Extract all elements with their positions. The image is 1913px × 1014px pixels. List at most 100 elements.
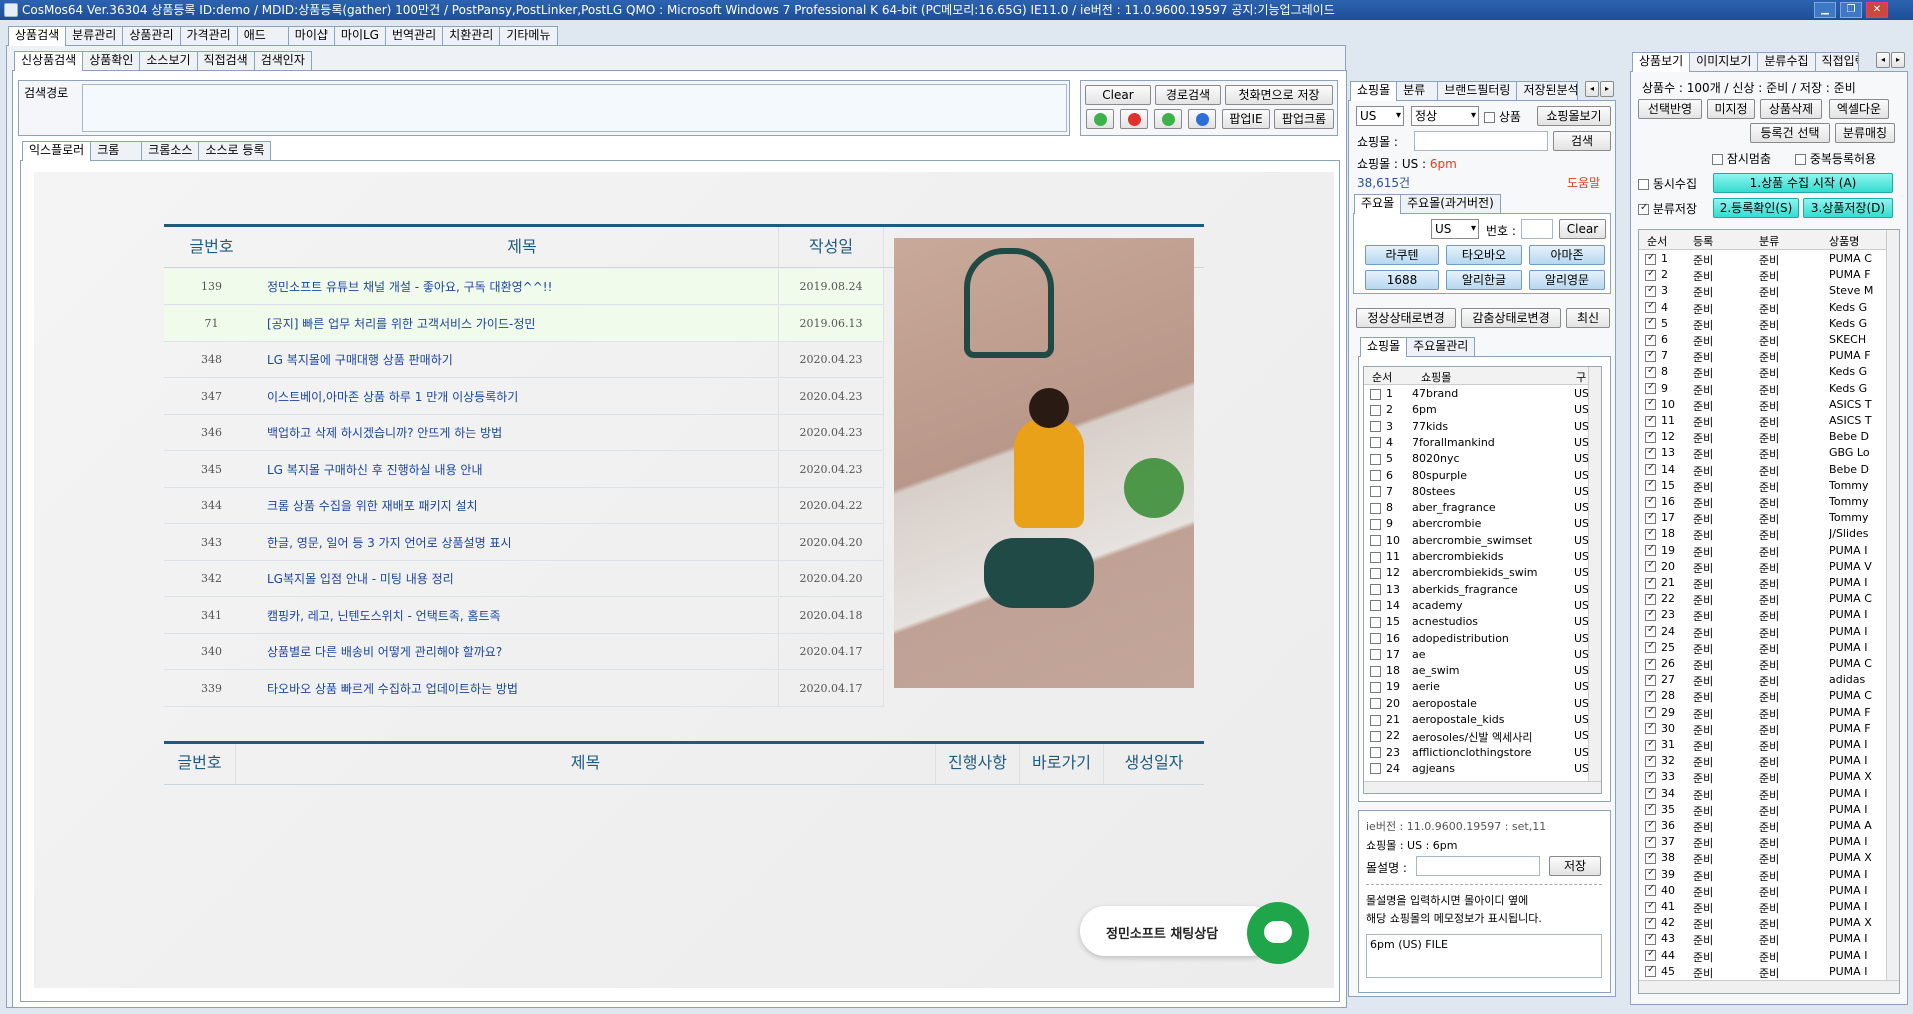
product-list-item[interactable]: 23준비준비PUMA I	[1639, 607, 1886, 623]
product-list-item[interactable]: 10준비준비ASICS T	[1639, 397, 1886, 413]
board-row[interactable]: 71 [공지] 빠른 업무 처리를 위한 고객서비스 가이드-정민 2019.06.…	[164, 305, 884, 342]
memo-textarea[interactable]: 6pm (US) FILE	[1366, 934, 1602, 978]
product-delete-button[interactable]: 상품삭제	[1760, 99, 1822, 119]
no-image-button[interactable]: 미지정	[1707, 99, 1755, 119]
product-list-item[interactable]: 3준비준비Steve M	[1639, 283, 1886, 299]
product-row-checkbox[interactable]	[1645, 738, 1656, 751]
tab-price[interactable]: 가격관리	[179, 26, 238, 45]
tab-view-source[interactable]: 소스보기	[139, 51, 198, 70]
product-row-checkbox[interactable]	[1645, 397, 1656, 411]
product-list-item[interactable]: 35준비준비PUMA I	[1639, 802, 1886, 818]
board-row-title[interactable]: LG 복지몰에 구매대행 상품 판매하기	[267, 342, 777, 378]
product-list-item[interactable]: 41준비준비PUMA I	[1639, 899, 1886, 915]
product-list-item[interactable]: 5준비준비Keds G	[1639, 316, 1886, 332]
tab-translate[interactable]: 번역관리	[384, 26, 444, 45]
tab-chrome-source[interactable]: 크롬소스	[141, 141, 200, 160]
category-save-check[interactable]: 분류저장	[1638, 200, 1697, 217]
start-collect-button[interactable]: 1.상품 수집 시작 (A)	[1713, 173, 1893, 193]
board-row[interactable]: 348 LG 복지몰에 구매대행 상품 판매하기 2020.04.23	[164, 342, 884, 378]
board-row[interactable]: 346 백업하고 삭제 하시겠습니까? 안뜨게 하는 방법 2020.04.23	[164, 415, 884, 451]
product-row-checkbox[interactable]	[1645, 657, 1656, 670]
product-row-checkbox[interactable]	[1645, 883, 1656, 897]
product-row-checkbox[interactable]	[1645, 300, 1656, 314]
mall-list-item[interactable]: 24 agjeans US	[1364, 761, 1589, 777]
product-row-checkbox[interactable]	[1645, 640, 1656, 654]
mall-row-checkbox[interactable]	[1370, 551, 1381, 563]
product-list-hscroll[interactable]	[1639, 980, 1899, 993]
shop-status-select[interactable]: 정상	[1411, 106, 1479, 126]
mall-list-item[interactable]: 11 abercrombiekids US	[1364, 549, 1589, 565]
board-row[interactable]: 345 LG 복지몰 구매하신 후 진행하실 내용 안내 2020.04.23	[164, 451, 884, 488]
tab-search-params[interactable]: 검색인자	[253, 51, 312, 70]
major-number-input[interactable]	[1521, 219, 1553, 239]
board-row[interactable]: 342 LG복지몰 입점 안내 - 미팅 내용 정리 2020.04.20	[164, 561, 884, 597]
confirm-register-button[interactable]: 2.등록확인(S)	[1713, 198, 1799, 218]
product-row-checkbox[interactable]	[1645, 316, 1656, 330]
mall-row-checkbox[interactable]	[1370, 535, 1381, 547]
mall-list-item[interactable]: 5 8020nyc US	[1364, 451, 1589, 467]
board-row-title[interactable]: 캠핑카, 레고, 닌텐도스위치 - 언택트족, 홈트족	[267, 598, 777, 634]
product-checkbox[interactable]	[1484, 112, 1495, 123]
product-row-checkbox[interactable]	[1645, 478, 1656, 492]
product-row-checkbox[interactable]	[1645, 527, 1656, 540]
tab-saved-analysis[interactable]: 저장된분석	[1516, 81, 1579, 100]
board-row[interactable]: 139 정민소프트 유튜브 채널 개설 - 좋아요, 구독 대환영^^!! 2019…	[164, 269, 884, 305]
help-link[interactable]: 도움말	[1567, 174, 1600, 191]
stop-button[interactable]	[1120, 109, 1148, 129]
tab-product-search[interactable]: 상품검색	[8, 26, 67, 46]
mall-list-item[interactable]: 12 abercrombiekids_swim US	[1364, 565, 1589, 581]
tab-category-collect[interactable]: 분류수집	[1757, 52, 1816, 71]
mall-list-item[interactable]: 18 ae_swim US	[1364, 663, 1589, 679]
mall-row-checkbox[interactable]	[1370, 404, 1381, 416]
mall-row-checkbox[interactable]	[1370, 763, 1381, 775]
tab-product-check[interactable]: 상품확인	[82, 51, 141, 70]
clear-button[interactable]: Clear	[1085, 85, 1151, 105]
duplicate-check[interactable]: 중복등록허용	[1795, 150, 1876, 167]
major-clear-button[interactable]: Clear	[1559, 219, 1606, 239]
save-first-screen-button[interactable]: 첫화면으로 저장	[1225, 85, 1333, 105]
major-ali-english-button[interactable]: 알리영문	[1529, 270, 1605, 290]
mall-row-checkbox[interactable]	[1370, 486, 1381, 498]
shop-view-button[interactable]: 쇼핑몰보기	[1537, 106, 1611, 126]
product-list-item[interactable]: 25준비준비PUMA I	[1639, 640, 1886, 656]
board-row-title[interactable]: 이스트베이,아마존 상품 하루 1 만개 이상등록하기	[267, 379, 777, 415]
tab-mylg[interactable]: 마이LG	[333, 26, 386, 45]
tab-mall[interactable]: 쇼핑몰	[1360, 337, 1408, 357]
product-list-item[interactable]: 13준비준비GBG Lo	[1639, 445, 1886, 461]
shop-search-button[interactable]: 검색	[1553, 131, 1611, 151]
mall-row-checkbox[interactable]	[1370, 747, 1381, 759]
product-list-vscroll[interactable]	[1886, 230, 1899, 980]
tab-direct-search[interactable]: 직접검색	[196, 51, 255, 70]
major-taobao-button[interactable]: 타오바오	[1446, 245, 1522, 265]
popup-chrome-button[interactable]: 팝업크롬	[1274, 109, 1334, 129]
product-row-checkbox[interactable]	[1645, 430, 1656, 443]
mall-list-item[interactable]: 2 6pm US	[1364, 402, 1589, 418]
maximize-button[interactable]: ❐	[1840, 2, 1862, 18]
mall-list-hscroll[interactable]	[1364, 781, 1601, 793]
product-list-item[interactable]: 2준비준비PUMA F	[1639, 267, 1886, 283]
product-list-item[interactable]: 26준비준비PUMA C	[1639, 656, 1886, 672]
product-list-item[interactable]: 1준비준비PUMA C	[1639, 251, 1886, 267]
product-list-item[interactable]: 4준비준비Keds G	[1639, 300, 1886, 316]
product-row-checkbox[interactable]	[1645, 268, 1656, 281]
product-row-checkbox[interactable]	[1645, 511, 1656, 524]
product-row-checkbox[interactable]	[1645, 365, 1656, 378]
product-list-item[interactable]: 7준비준비PUMA F	[1639, 348, 1886, 364]
category-save-checkbox[interactable]	[1638, 202, 1649, 215]
product-row-checkbox[interactable]	[1645, 835, 1656, 848]
product-list-item[interactable]: 38준비준비PUMA X	[1639, 850, 1886, 866]
product-row-checkbox[interactable]	[1645, 964, 1656, 978]
board-row-title[interactable]: LG 복지몰 구매하신 후 진행하실 내용 안내	[267, 452, 777, 488]
product-row-checkbox[interactable]	[1645, 462, 1656, 476]
product-row-checkbox[interactable]	[1645, 446, 1656, 459]
desc-input[interactable]	[1416, 856, 1540, 876]
board-row-title[interactable]: 정민소프트 유튜브 채널 개설 - 좋아요, 구독 대환영^^!!	[267, 269, 777, 305]
mall-row-checkbox[interactable]	[1370, 714, 1381, 726]
mall-list-item[interactable]: 15 acnestudios US	[1364, 614, 1589, 630]
major-ali-korean-button[interactable]: 알리한글	[1446, 270, 1522, 290]
refresh-button[interactable]	[1086, 109, 1114, 129]
tab-myshop[interactable]: 마이샵	[287, 26, 335, 45]
shop-country-select[interactable]: US	[1356, 106, 1404, 126]
major-rakuten-button[interactable]: 라쿠텐	[1365, 245, 1439, 265]
product-row-checkbox[interactable]	[1645, 819, 1656, 832]
